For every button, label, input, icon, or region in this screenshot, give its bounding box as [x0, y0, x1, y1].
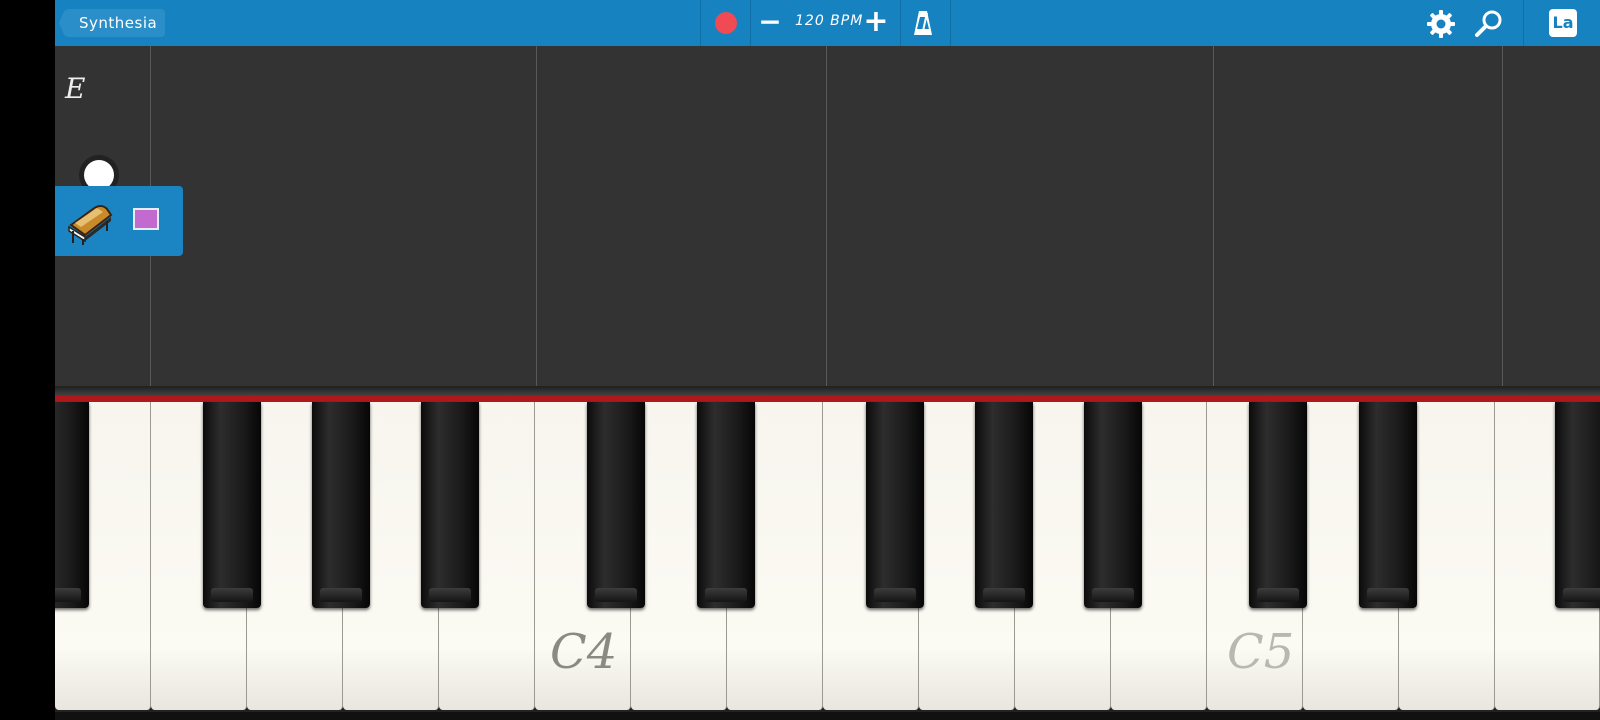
black-key[interactable] — [421, 402, 479, 608]
track-note-letter: E — [65, 72, 86, 105]
metronome-button[interactable] — [910, 9, 936, 37]
key-grid-line — [1502, 46, 1503, 386]
black-key[interactable] — [697, 402, 755, 608]
black-key[interactable] — [1359, 402, 1417, 608]
key-label-c4: C4 — [550, 624, 618, 680]
back-button[interactable]: Synthesia — [58, 9, 166, 37]
instrument-track-tile[interactable] — [55, 186, 183, 256]
gear-icon — [1427, 10, 1455, 38]
toolbar-divider — [700, 0, 701, 46]
toolbar-divider — [950, 0, 951, 46]
key-grid-line — [826, 46, 827, 386]
record-button[interactable] — [715, 12, 737, 34]
bpm-decrease-button[interactable]: − — [757, 8, 783, 36]
black-key[interactable] — [203, 402, 261, 608]
grand-piano-icon — [68, 205, 113, 245]
key-grid-line — [536, 46, 537, 386]
black-key[interactable] — [1555, 402, 1600, 608]
toolbar-divider — [750, 0, 751, 46]
search-button[interactable] — [1473, 8, 1505, 40]
black-key[interactable] — [312, 402, 370, 608]
toolbar-divider — [900, 0, 901, 46]
settings-button[interactable] — [1425, 8, 1457, 40]
top-toolbar: Synthesia − 120 BPM + La — [55, 0, 1600, 46]
toolbar-divider — [1523, 0, 1524, 46]
black-key[interactable] — [587, 402, 645, 608]
key-label-c5: C5 — [1227, 624, 1295, 680]
bpm-value: 120 BPM — [795, 13, 864, 29]
key-grid-line — [1213, 46, 1214, 386]
metronome-icon — [914, 11, 932, 35]
search-icon — [1475, 10, 1502, 37]
black-key[interactable] — [866, 402, 924, 608]
bpm-increase-button[interactable]: + — [863, 7, 889, 37]
keyboard-bottom-edge — [55, 712, 1600, 720]
black-key[interactable] — [1084, 402, 1142, 608]
track-color-swatch[interactable] — [133, 208, 159, 230]
black-key[interactable] — [1249, 402, 1307, 608]
piano-keyboard: C4 C5 — [55, 402, 1600, 720]
synthesia-app: Synthesia − 120 BPM + La E C4 C5 — [55, 0, 1600, 720]
note-labels-button[interactable]: La — [1549, 9, 1577, 37]
black-key[interactable] — [975, 402, 1033, 608]
black-key[interactable] — [55, 402, 89, 608]
keyboard-top-edge — [55, 386, 1600, 396]
